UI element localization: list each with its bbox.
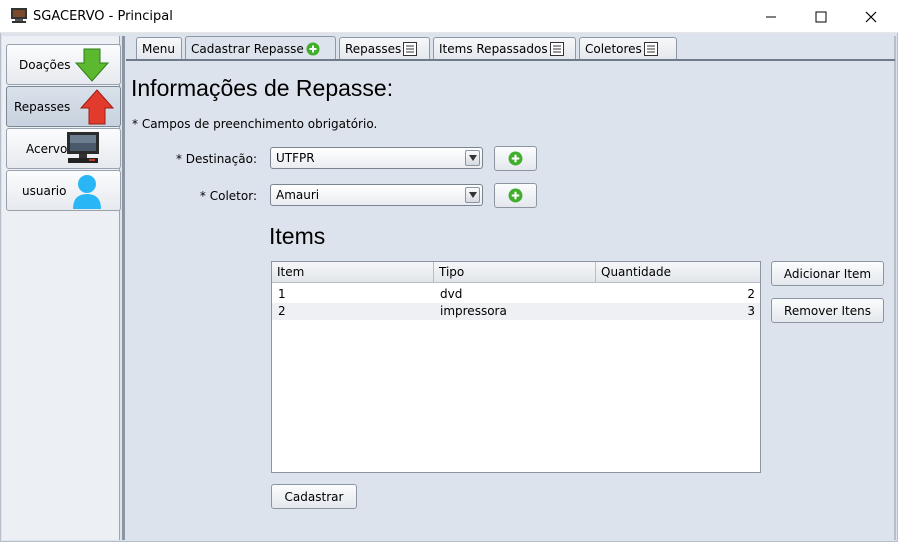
- close-icon: [865, 11, 877, 22]
- remove-items-button[interactable]: Remover Itens: [771, 298, 884, 323]
- app-computer-icon: [11, 8, 27, 23]
- tab-separator: [126, 59, 895, 61]
- green-down-arrow-icon: [74, 48, 110, 82]
- cell-tipo: dvd: [440, 287, 463, 301]
- red-up-arrow-icon: [79, 89, 115, 125]
- table-header: Item Tipo Quantidade: [272, 262, 760, 283]
- plus-icon: [508, 151, 523, 166]
- tab-repasses-label: Repasses: [345, 42, 402, 56]
- cell-item: 1: [278, 287, 286, 301]
- plus-icon: [306, 42, 320, 55]
- chevron-down-icon[interactable]: [465, 150, 480, 166]
- computer-icon: [67, 132, 99, 163]
- cell-quantidade: 2: [747, 287, 755, 301]
- nav-doacoes-label: Doações: [19, 57, 71, 72]
- nav-acervo-button[interactable]: Acervo: [6, 128, 121, 169]
- tab-cadastrar-repasse-label: Cadastrar Repasse: [191, 41, 304, 56]
- table-row[interactable]: 2 impressora 3: [272, 303, 760, 320]
- right-edge: [894, 36, 896, 540]
- destinacao-value: UTFPR: [276, 151, 315, 165]
- close-button[interactable]: [848, 0, 894, 33]
- tab-menu-label: Menu: [142, 42, 175, 56]
- tab-items-repassados[interactable]: Items Repassados: [433, 37, 576, 60]
- cadastrar-button[interactable]: Cadastrar: [271, 484, 357, 509]
- tab-menu[interactable]: Menu: [136, 37, 182, 60]
- cell-item: 2: [278, 304, 286, 318]
- list-icon: [403, 42, 418, 56]
- add-coletor-button[interactable]: [494, 183, 537, 208]
- tab-items-repassados-label: Items Repassados: [439, 42, 548, 56]
- window-title: SGACERVO - Principal: [33, 9, 173, 24]
- minimize-icon: [766, 16, 776, 17]
- nav-divider: [122, 36, 125, 540]
- chevron-down-icon[interactable]: [465, 187, 480, 203]
- coletor-value: Amauri: [276, 188, 320, 202]
- column-header-quantidade[interactable]: Quantidade: [596, 262, 760, 283]
- list-icon: [549, 42, 564, 56]
- tab-coletores-label: Coletores: [585, 42, 642, 56]
- coletor-label: * Coletor:: [199, 189, 257, 203]
- title-bar: SGACERVO - Principal: [0, 0, 898, 33]
- left-nav: Doações Repasses Acervo usuario: [2, 36, 121, 540]
- tab-coletores[interactable]: Coletores: [579, 37, 677, 60]
- items-title: Items: [269, 223, 326, 249]
- maximize-icon: [815, 11, 827, 22]
- required-note: * Campos de preenchimento obrigatório.: [132, 117, 378, 131]
- nav-usuario-label: usuario: [22, 183, 67, 198]
- page-title: Informações de Repasse:: [131, 75, 394, 101]
- cell-tipo: impressora: [440, 304, 507, 318]
- content-panel: Informações de Repasse: * Campos de pree…: [126, 64, 894, 540]
- nav-doacoes-button[interactable]: Doações: [6, 44, 121, 85]
- nav-repasses-button[interactable]: Repasses: [6, 86, 121, 127]
- coletor-select[interactable]: Amauri: [270, 184, 483, 206]
- items-table[interactable]: Item Tipo Quantidade 1 dvd 2 2 impressor…: [271, 261, 761, 473]
- table-row[interactable]: 1 dvd 2: [272, 286, 760, 303]
- column-header-item[interactable]: Item: [272, 262, 434, 283]
- maximize-button[interactable]: [798, 0, 844, 33]
- nav-repasses-label: Repasses: [14, 99, 71, 114]
- plus-icon: [508, 188, 523, 203]
- list-icon: [643, 42, 658, 56]
- add-item-button[interactable]: Adicionar Item: [771, 261, 884, 286]
- nav-acervo-label: Acervo: [26, 141, 68, 156]
- cell-quantidade: 3: [747, 304, 755, 318]
- user-icon: [73, 175, 101, 209]
- nav-usuario-button[interactable]: usuario: [6, 170, 121, 211]
- destinacao-select[interactable]: UTFPR: [270, 147, 483, 169]
- add-destinacao-button[interactable]: [494, 146, 537, 171]
- tab-cadastrar-repasse[interactable]: Cadastrar Repasse: [185, 36, 336, 60]
- column-header-tipo[interactable]: Tipo: [434, 262, 596, 283]
- tab-repasses[interactable]: Repasses: [339, 37, 430, 60]
- minimize-button[interactable]: [748, 0, 794, 33]
- destinacao-label: * Destinação:: [175, 152, 257, 166]
